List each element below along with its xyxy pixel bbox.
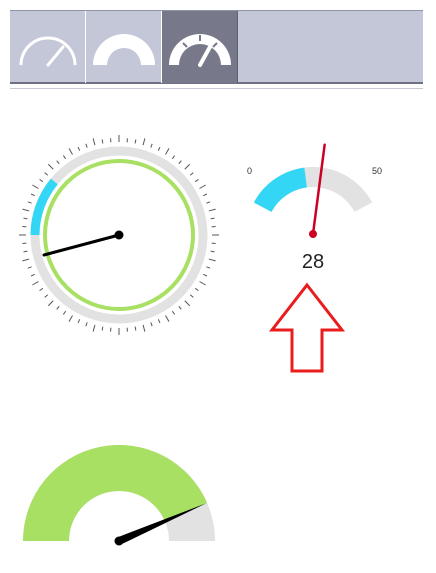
semicircle-gauge-needle-hub	[309, 230, 317, 238]
semicircle-gauge-needle	[311, 143, 326, 236]
circular-gauge-tick	[27, 201, 32, 204]
tab-gauge-semicircle[interactable]	[86, 11, 162, 83]
circular-gauge-tick	[157, 319, 161, 324]
circular-gauge-tick	[77, 146, 81, 151]
circular-gauge-tick	[85, 143, 88, 148]
circular-gauge-tick	[142, 138, 146, 146]
circular-gauge-tick	[165, 148, 170, 155]
circular-gauge-tick	[184, 300, 191, 307]
circular-gauge-tick	[68, 315, 73, 322]
circular-gauge-tick	[134, 139, 137, 144]
circular-gauge-tick	[23, 250, 28, 253]
circular-gauge-tick	[210, 217, 215, 220]
circular-gauge-tick	[184, 163, 191, 170]
circular-gauge-tick	[92, 324, 96, 332]
circular-gauge-tick	[189, 294, 194, 298]
circular-gauge-tick	[27, 266, 32, 269]
half-donut-gauge[interactable]	[18, 436, 220, 548]
circular-gauge-tick	[101, 139, 104, 144]
circular-gauge-tick	[142, 324, 146, 332]
semicircle-gauge-min-label: 0	[247, 166, 252, 176]
tab-gauge-outline[interactable]	[10, 11, 86, 83]
circular-gauge-tick	[47, 163, 54, 170]
circular-gauge-tick	[92, 138, 96, 146]
circular-gauge-tick	[208, 208, 216, 212]
circular-gauge-tick	[23, 217, 28, 220]
circular-gauge-tick	[178, 160, 182, 165]
circular-gauge-tick	[32, 184, 39, 189]
circular-gauge-tick	[85, 322, 88, 327]
circular-gauge-tick	[77, 319, 81, 324]
circular-gauge-tick	[165, 315, 170, 322]
gauge-type-toolbar	[10, 10, 423, 84]
circular-gauge-tick	[44, 172, 49, 176]
circular-gauge-tick	[206, 201, 211, 204]
toolbar-divider	[10, 88, 423, 89]
circular-gauge-tick	[189, 172, 194, 176]
circular-gauge-tick	[194, 287, 199, 292]
circular-gauge-tick	[150, 143, 153, 148]
circular-gauge-tick	[56, 160, 60, 165]
circular-gauge-tick	[203, 273, 208, 277]
circular-gauge-tick	[134, 326, 137, 331]
circular-gauge-tick	[171, 310, 176, 315]
circular-gauge-tick	[101, 326, 104, 331]
gauge-outline-icon	[19, 36, 76, 67]
arrow-up-icon	[268, 282, 346, 373]
circular-gauge-tick	[39, 287, 44, 292]
circular-gauge[interactable]	[18, 128, 220, 338]
circular-gauge-tick	[47, 300, 54, 307]
circular-gauge-tick	[203, 193, 208, 197]
circular-gauge-tick	[39, 178, 44, 183]
circular-gauge-needle	[42, 233, 121, 257]
semicircle-gauge-value: 28	[301, 251, 325, 273]
circular-gauge-tick	[32, 281, 39, 286]
semicircle-gauge-max-label: 50	[372, 166, 382, 176]
circular-gauge-tick	[56, 305, 60, 310]
circular-gauge-needle-hub	[114, 230, 124, 240]
circular-gauge-tick	[30, 193, 35, 197]
half-donut-gauge-needle-hub	[114, 536, 124, 546]
semicircle-gauge-fill	[253, 167, 307, 212]
circular-gauge-tick	[44, 294, 49, 298]
semicircle-gauge[interactable]: 0 50	[238, 140, 394, 244]
circular-gauge-tick	[62, 155, 67, 160]
circular-gauge-tick	[199, 184, 206, 189]
circular-gauge-tick	[210, 250, 215, 253]
circular-gauge-tick	[206, 266, 211, 269]
circular-gauge-tick	[178, 305, 182, 310]
tab-gauge-tachometer[interactable]	[162, 11, 238, 83]
circular-gauge-tick	[208, 258, 216, 262]
circular-gauge-tick	[30, 273, 35, 277]
circular-gauge-tick	[199, 281, 206, 286]
circular-gauge-tick	[194, 178, 199, 183]
circular-gauge-tick	[171, 155, 176, 160]
circular-gauge-tick	[22, 208, 30, 212]
circular-gauge-tick	[157, 146, 161, 151]
circular-gauge-tick	[22, 258, 30, 262]
gauge-semicircle-icon	[92, 34, 155, 65]
circular-gauge-tick	[150, 322, 153, 327]
gauge-tachometer-icon	[168, 34, 231, 67]
circular-gauge-tick	[62, 310, 67, 315]
circular-gauge-tick	[68, 148, 73, 155]
